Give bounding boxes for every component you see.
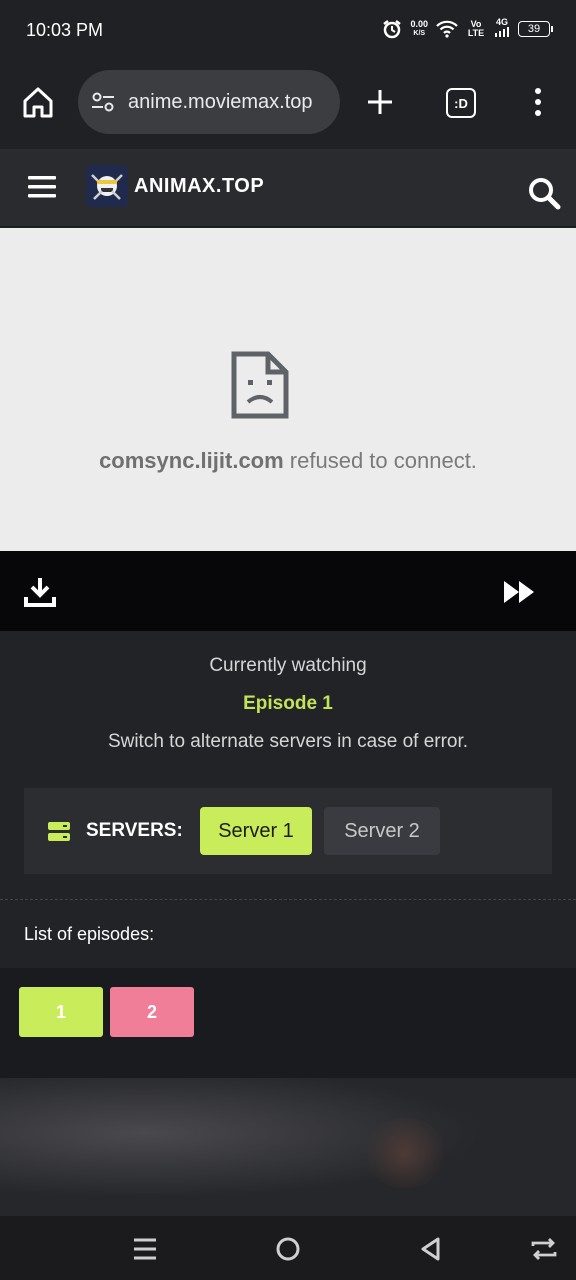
site-brand[interactable]: ANIMAX.TOP [134,175,264,198]
clock: 10:03 PM [26,20,104,40]
server-1-button[interactable]: Server 1 [200,807,312,855]
server-icon [48,822,70,841]
system-nav-bar [0,1216,576,1280]
blurred-background-image [0,1078,576,1216]
download-icon[interactable] [24,575,56,607]
episode-list-header: List of episodes: [0,900,576,968]
address-bar[interactable]: anime.moviemax.top [78,70,340,134]
currently-watching-label: Currently watching [209,655,367,676]
sad-document-icon [231,351,289,419]
rotate-icon[interactable] [529,1234,559,1264]
menu-icon[interactable] [28,175,56,199]
site-settings-icon[interactable] [90,89,116,115]
new-tab-icon[interactable] [366,88,394,116]
search-icon[interactable] [526,175,562,211]
wifi-icon [436,20,458,38]
player-controls [0,551,576,631]
connection-error-text: comsync.lijit.com refused to connect. [0,448,576,474]
embedded-player-error: comsync.lijit.com refused to connect. [0,228,576,551]
status-bar: 10:03 PM 0.00 K/S Vo LTE 4G 39 [0,0,576,62]
servers-label: SERVERS: [86,820,183,841]
tab-switcher-button[interactable]: :D [446,88,476,118]
more-menu-icon[interactable] [530,86,546,118]
site-logo[interactable] [86,165,128,207]
home-button-icon[interactable] [273,1234,303,1264]
episode-grid: 1 2 [0,968,576,1078]
watching-info: Currently watching Episode 1 Switch to a… [0,631,576,899]
volte-indicator: Vo LTE [467,18,485,38]
signal-icon [495,27,509,37]
battery-indicator: 39 [518,20,553,37]
url-text: anime.moviemax.top [128,90,313,113]
server-2-button[interactable]: Server 2 [324,807,440,855]
alarm-icon [383,19,402,38]
error-message: refused to connect. [283,448,477,473]
recent-apps-icon[interactable] [130,1234,160,1264]
net-speed: 0.00 K/S [410,18,428,37]
server-selector: SERVERS: Server 1 Server 2 [24,788,552,874]
episode-1-button[interactable]: 1 [19,987,103,1037]
home-icon[interactable] [20,84,56,120]
server-switch-note: Switch to alternate servers in case of e… [107,731,469,752]
episode-list-title: List of episodes: [24,924,155,944]
signal-indicator: 4G [494,18,510,39]
site-header: ANIMAX.TOP [0,149,576,227]
browser-toolbar: anime.moviemax.top :D [0,62,576,149]
error-host: comsync.lijit.com [99,448,284,473]
skip-forward-icon[interactable] [502,579,536,605]
status-icons: 0.00 K/S Vo LTE 4G 39 [382,18,553,39]
back-icon[interactable] [416,1234,446,1264]
episode-2-button[interactable]: 2 [110,987,194,1037]
current-episode: Episode 1 [243,693,333,714]
